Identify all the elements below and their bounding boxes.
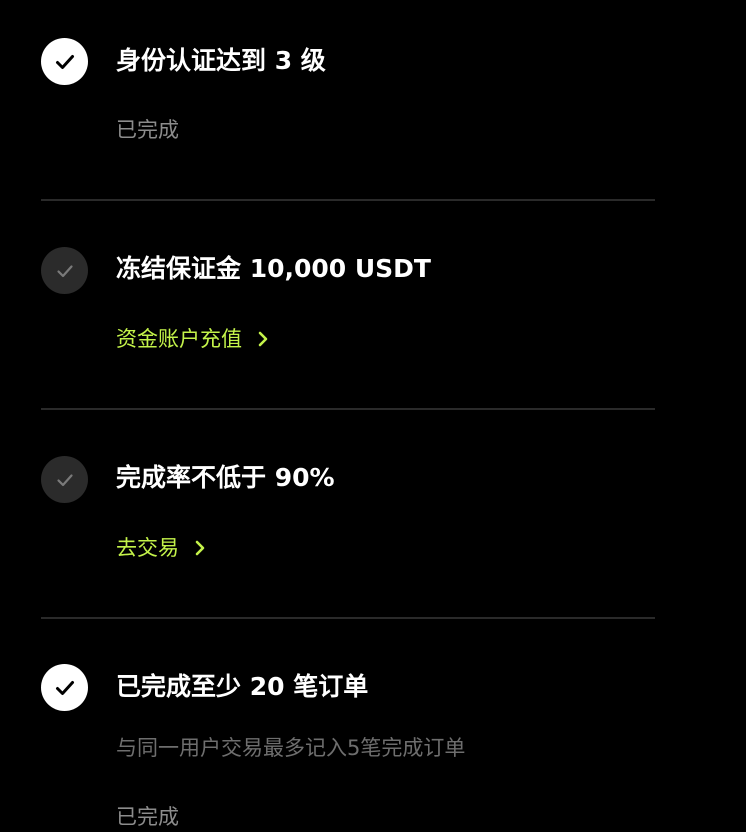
requirement-title: 身份认证达到 3 级 xyxy=(116,46,326,75)
link-label: 去交易 xyxy=(116,536,179,560)
chevron-right-icon xyxy=(195,540,205,556)
check-icon xyxy=(41,664,88,711)
divider xyxy=(41,408,655,410)
chevron-right-icon xyxy=(258,331,268,347)
requirement-title: 已完成至少 20 笔订单 xyxy=(116,672,369,701)
requirement-title: 冻结保证金 10,000 USDT xyxy=(116,254,431,283)
fund-account-deposit-link[interactable]: 资金账户充值 xyxy=(116,325,272,353)
requirement-title: 完成率不低于 90% xyxy=(116,463,335,492)
status-text: 已完成 xyxy=(116,805,179,829)
go-trade-link[interactable]: 去交易 xyxy=(116,534,209,562)
status-text: 已完成 xyxy=(116,118,179,142)
check-icon xyxy=(41,247,88,294)
requirement-note: 与同一用户交易最多记入5笔完成订单 xyxy=(116,736,466,760)
divider xyxy=(41,199,655,201)
check-icon xyxy=(41,38,88,85)
link-label: 资金账户充值 xyxy=(116,327,242,351)
divider xyxy=(41,617,655,619)
check-icon xyxy=(41,456,88,503)
